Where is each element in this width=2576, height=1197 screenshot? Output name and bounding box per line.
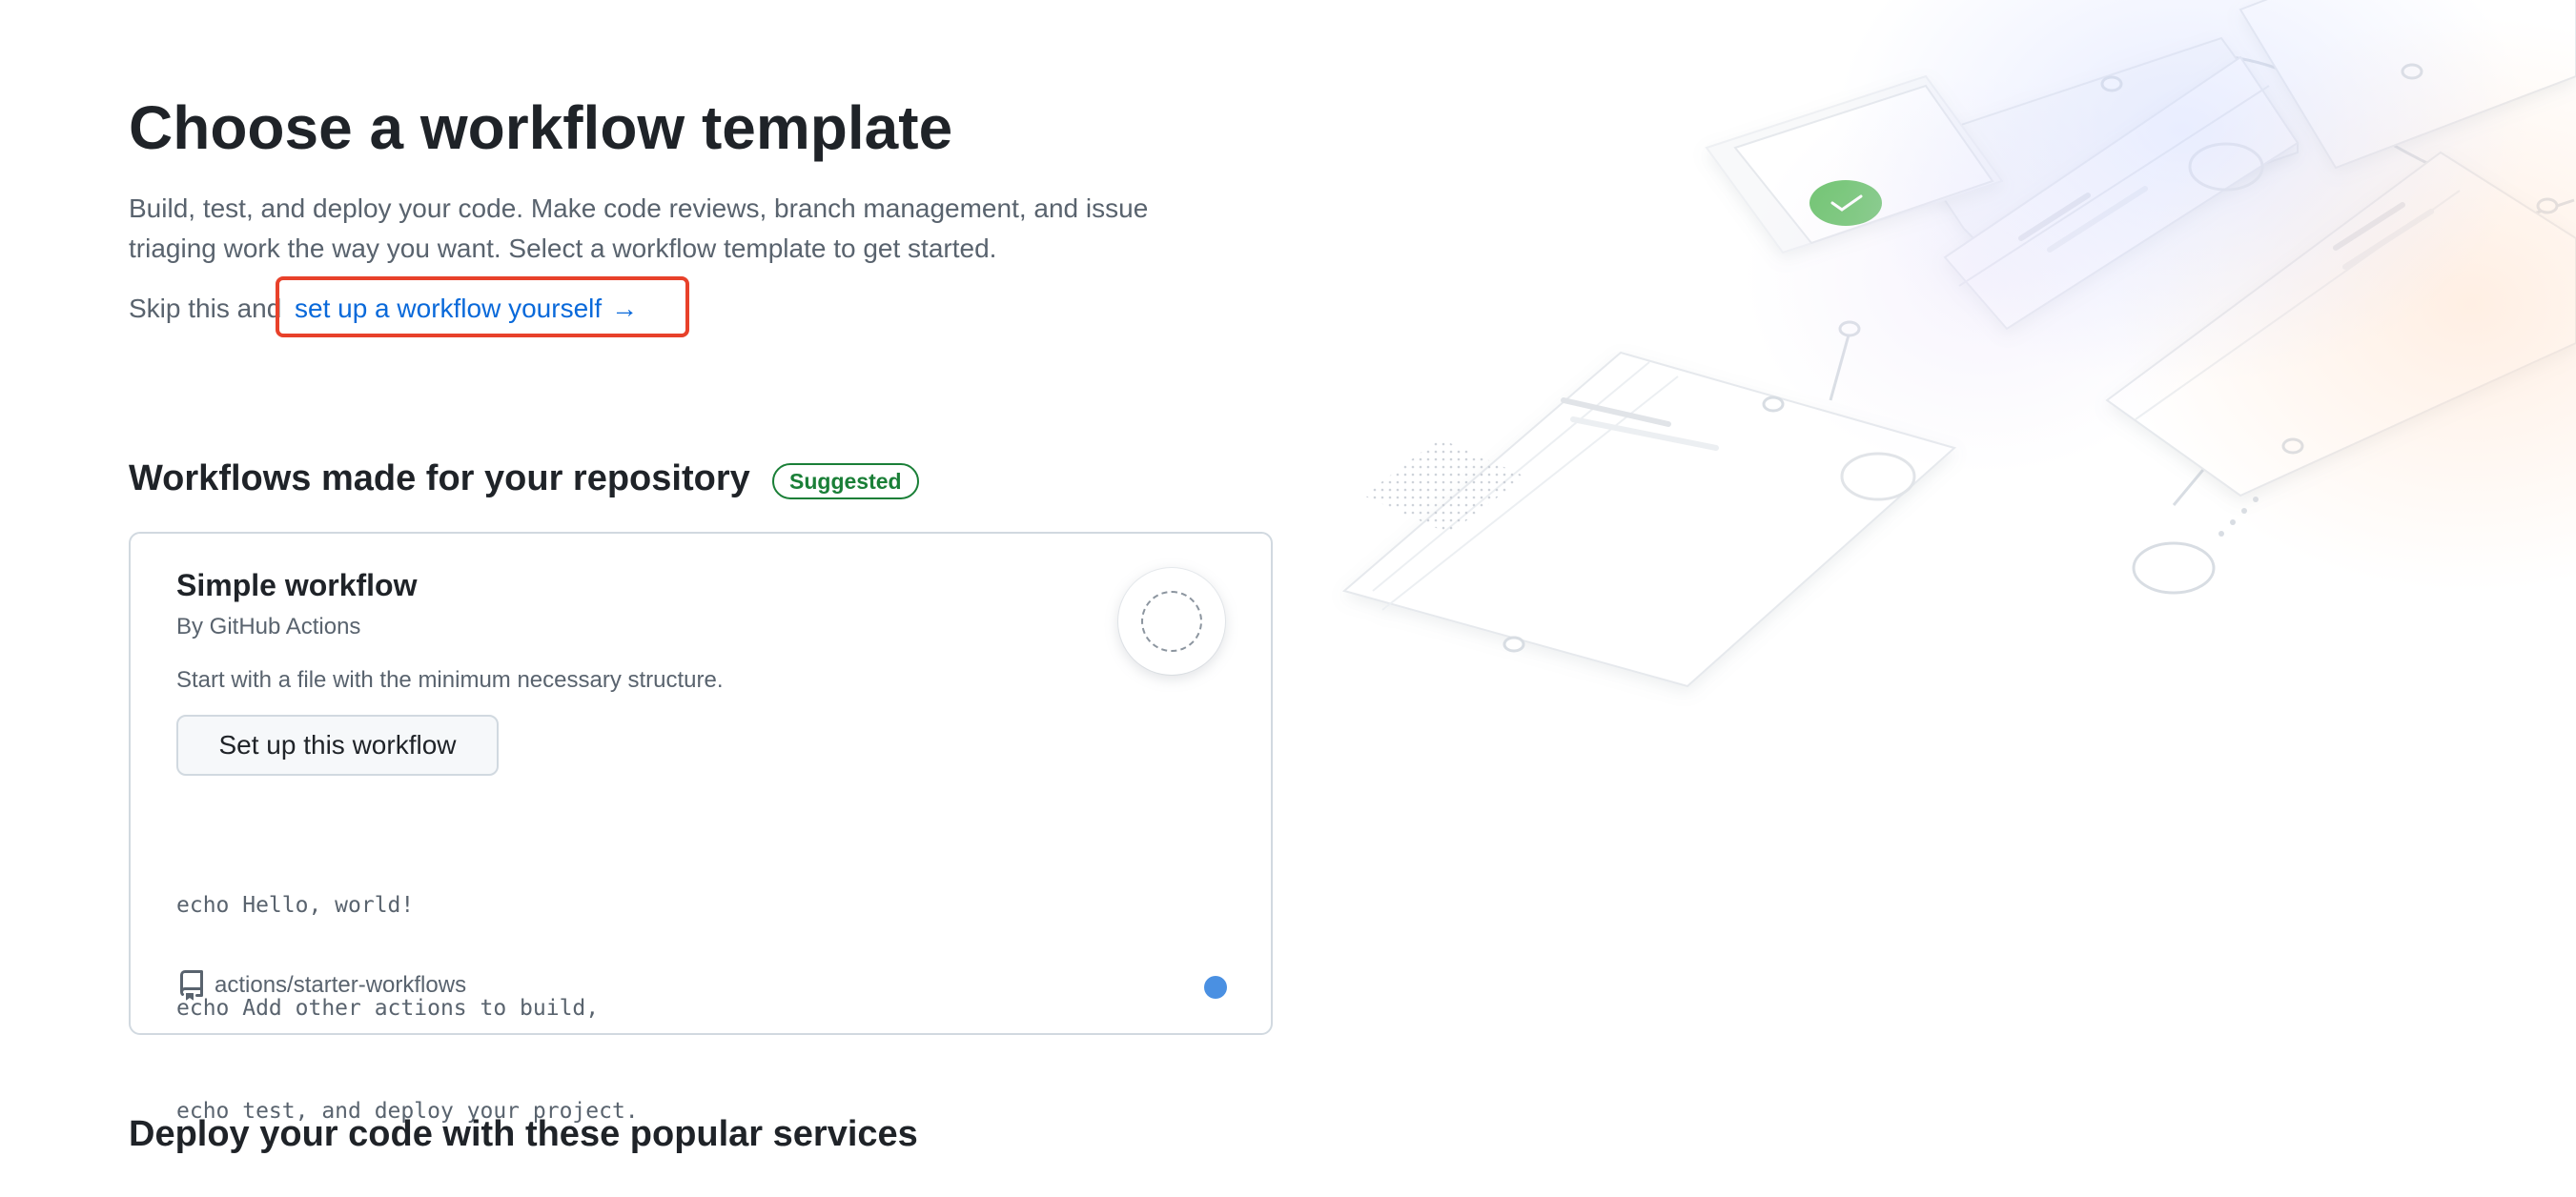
highlight-annotation <box>276 276 689 337</box>
page-description: Build, test, and deploy your code. Make … <box>129 193 1149 263</box>
page-title: Choose a workflow template <box>129 93 953 162</box>
hero-illustration <box>1258 0 2576 724</box>
setup-this-workflow-button[interactable]: Set up this workflow <box>176 715 499 776</box>
skip-setup-line: Skip this and set up a workflow yourself… <box>129 276 689 337</box>
section-title-suggested: Workflows made for your repository <box>129 458 750 498</box>
repo-name: actions/starter-workflows <box>215 972 467 998</box>
repo-icon <box>176 970 207 1001</box>
card-author: By GitHub Actions <box>176 614 361 639</box>
card-description: Start with a file with the minimum neces… <box>176 667 724 693</box>
section-title-deploy: Deploy your code with these popular serv… <box>129 1114 918 1154</box>
skip-prefix-text: Skip this and <box>129 294 282 323</box>
workflow-icon <box>1118 568 1225 675</box>
language-color-dot <box>1204 976 1227 999</box>
card-title: Simple workflow <box>176 568 418 602</box>
workflow-card-simple: Simple workflow By GitHub Actions Start … <box>129 532 1273 1124</box>
dashed-circle-icon <box>1141 591 1202 652</box>
suggested-badge: Suggested <box>772 463 919 499</box>
card-footer: actions/starter-workflows <box>176 968 466 1003</box>
hero-gradient <box>1258 0 2576 724</box>
code-line: echo Hello, world! <box>176 893 415 918</box>
